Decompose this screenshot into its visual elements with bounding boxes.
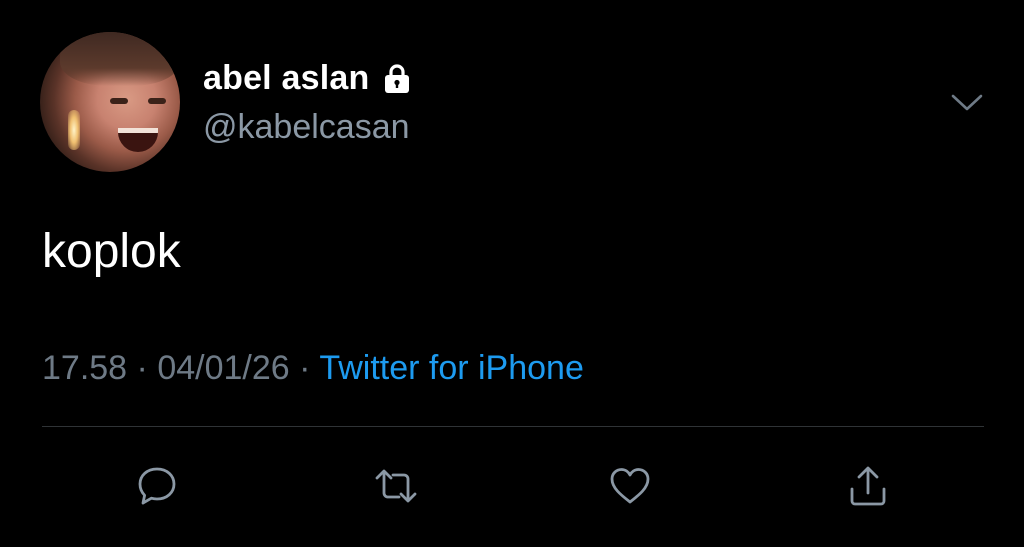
tweet-detail: abel aslan @kabelcasan koplok 17.58 · 04…	[0, 0, 1024, 547]
like-button[interactable]	[600, 456, 660, 516]
tweet-time: 17.58	[42, 349, 128, 387]
chevron-down-icon[interactable]	[950, 90, 984, 114]
author-handle[interactable]: @kabelcasan	[203, 108, 410, 147]
divider	[42, 426, 984, 427]
meta-separator: ·	[136, 349, 148, 387]
tweet-date: 04/01/26	[157, 349, 290, 387]
retweet-button[interactable]	[366, 456, 426, 516]
display-name[interactable]: abel aslan	[203, 59, 369, 98]
tweet-actions-bar	[0, 456, 1024, 516]
share-button[interactable]	[838, 456, 898, 516]
retweet-icon	[375, 469, 417, 503]
avatar-eye-left	[110, 98, 128, 104]
author-name-row: abel aslan	[203, 58, 411, 98]
tweet-text: koplok	[42, 225, 181, 278]
avatar-eye-right	[148, 98, 166, 104]
reply-icon	[138, 467, 176, 505]
tweet-source-link[interactable]: Twitter for iPhone	[319, 349, 584, 387]
avatar-lamp-light	[68, 110, 80, 150]
avatar-mouth	[118, 128, 158, 152]
tweet-meta: 17.58 · 04/01/26 · Twitter for iPhone	[42, 349, 584, 388]
heart-icon	[610, 468, 650, 504]
meta-separator: ·	[299, 349, 311, 387]
avatar[interactable]	[40, 32, 180, 172]
avatar-hair	[60, 32, 180, 86]
reply-button[interactable]	[127, 456, 187, 516]
share-icon	[850, 466, 886, 506]
lock-icon	[383, 62, 411, 94]
